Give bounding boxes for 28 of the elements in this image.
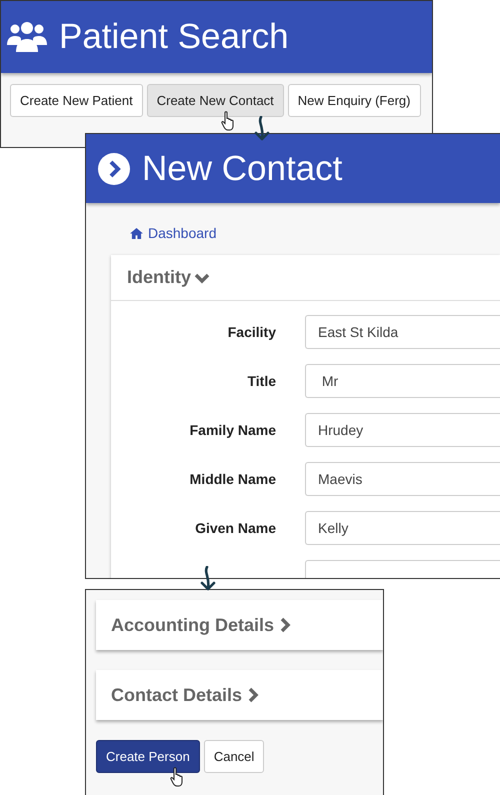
page-title: New Contact (142, 148, 342, 188)
field-label: Middle Name (188, 471, 276, 487)
toolbar-button[interactable]: Create New Patient (10, 84, 143, 117)
toolbar-button[interactable]: Create New Contact (146, 84, 284, 117)
field-label: Given Name (194, 520, 276, 536)
section-header[interactable]: Identity (111, 255, 500, 301)
input-field[interactable]: Mr (305, 364, 500, 398)
breadcrumb-link[interactable]: Dashboard (86, 203, 500, 255)
chevron-circle-icon (98, 152, 130, 184)
users-icon (7, 21, 47, 53)
cancel-button[interactable]: Cancel (204, 740, 264, 773)
submit-button[interactable]: Create Person (96, 740, 200, 773)
input-field[interactable]: Hrudey (305, 413, 500, 447)
input-field[interactable]: Kelly (305, 511, 500, 545)
hand-cursor-icon (220, 111, 235, 131)
section-header[interactable]: Contact Details (96, 670, 383, 720)
field-label: Facility (226, 324, 276, 340)
arrow-icon (198, 566, 218, 592)
input-field[interactable]: East St Kilda (305, 315, 500, 349)
field-label: Family Name (188, 422, 276, 438)
field-label: Title (246, 373, 276, 389)
home-icon (130, 228, 143, 238)
toolbar-button[interactable]: New Enquiry (Ferg) (288, 84, 420, 117)
page-title: Patient Search (59, 17, 289, 57)
arrow-icon (252, 116, 272, 142)
input-field[interactable]: Maevis (305, 462, 500, 496)
section-header[interactable]: Accounting Details (96, 600, 383, 650)
hand-cursor-icon (170, 767, 184, 787)
